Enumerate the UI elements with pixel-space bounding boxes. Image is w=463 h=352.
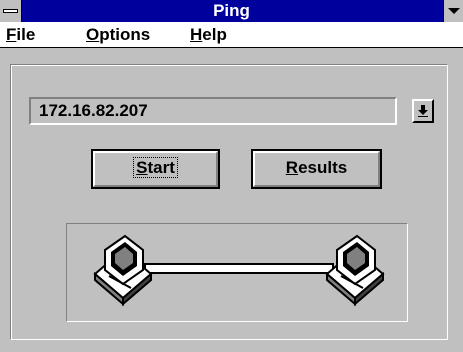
menu-help[interactable]: Help <box>190 24 227 46</box>
window-title: Ping <box>213 1 250 20</box>
network-graphic <box>66 223 408 322</box>
start-button[interactable]: Start <box>91 149 220 189</box>
menu-file[interactable]: File <box>6 24 35 46</box>
computer-icon <box>93 234 153 307</box>
menu-bar: File Options Help <box>0 22 463 48</box>
title-bar[interactable]: Ping <box>0 0 463 22</box>
dropdown-arrow-icon[interactable] <box>412 99 434 123</box>
computer-icon <box>325 234 385 307</box>
host-address-input[interactable]: 172.16.82.207 <box>29 97 397 125</box>
minimize-icon[interactable] <box>443 0 463 22</box>
system-menu-icon[interactable] <box>0 0 22 22</box>
ping-window: Ping File Options Help 172.16.82.207 Sta… <box>0 0 463 352</box>
results-button[interactable]: Results <box>251 149 382 189</box>
menu-options[interactable]: Options <box>86 24 150 46</box>
